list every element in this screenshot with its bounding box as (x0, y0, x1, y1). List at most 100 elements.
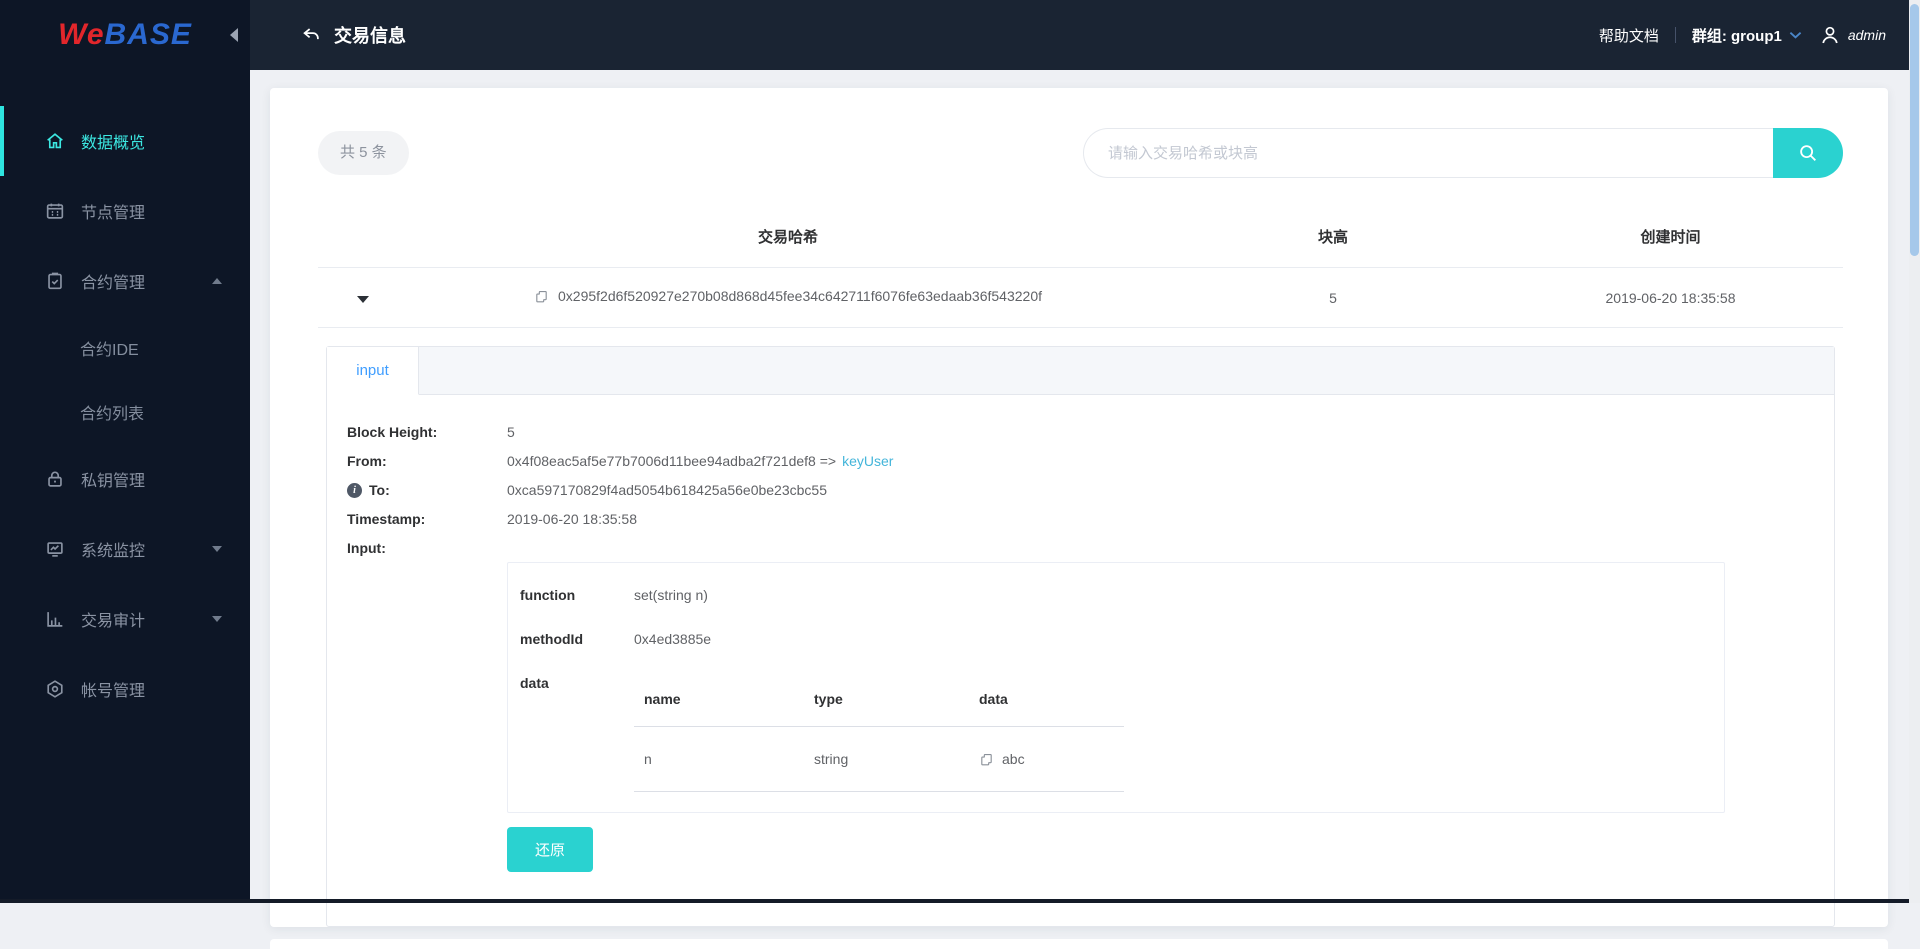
sidebar-item-contract-management[interactable]: 合约管理 (0, 246, 250, 316)
transaction-hash: 0x295f2d6f520927e270b08d868d45fee34c6427… (558, 288, 1042, 304)
hash-cell: 0x295f2d6f520927e270b08d868d45fee34c6427… (534, 288, 1042, 304)
page-title: 交易信息 (334, 22, 406, 48)
field-label: Input: (347, 539, 507, 558)
scrollbar-thumb[interactable] (1910, 4, 1919, 256)
sidebar-item-system-monitor[interactable]: 系统监控 (0, 514, 250, 584)
to-address: 0xca597170829f4ad5054b618425a56e0be23cbc… (507, 481, 827, 500)
param-data: abc (1002, 749, 1025, 769)
bottom-edge-strip (0, 899, 1920, 903)
tab-input[interactable]: input (327, 347, 419, 395)
detail-body: Block Height: 5 From: 0x4f08eac5af5e77b7… (327, 395, 1834, 926)
sidebar-item-label: 交易审计 (81, 607, 145, 631)
copy-icon[interactable] (979, 752, 994, 767)
help-doc-link[interactable]: 帮助文档 (1599, 25, 1659, 46)
field-label: From: (347, 452, 507, 471)
param-type-header: type (814, 689, 979, 709)
user-menu[interactable]: admin (1818, 23, 1886, 47)
param-data-header: data (979, 689, 1124, 709)
field-value: 2019-06-20 18:35:58 (507, 510, 637, 529)
field-to: i To: 0xca597170829f4ad5054b618425a56e0b… (347, 481, 1814, 500)
table-row: 0x295f2d6f520927e270b08d868d45fee34c6427… (318, 268, 1843, 328)
field-label: Block Height: (347, 423, 507, 442)
sidebar-item-transaction-audit[interactable]: 交易审计 (0, 584, 250, 654)
monitor-chart-icon (44, 538, 66, 560)
info-icon[interactable]: i (347, 483, 362, 498)
hash-column-header: 交易哈希 (408, 226, 1168, 247)
divider (1675, 27, 1676, 43)
group-selector[interactable]: 群组: group1 (1692, 25, 1802, 46)
sidebar-item-contract-ide[interactable]: 合约IDE (0, 316, 250, 380)
user-icon (1818, 23, 1842, 47)
search-icon (1797, 142, 1819, 164)
param-type: string (814, 749, 979, 769)
sidebar-item-private-key-management[interactable]: 私钥管理 (0, 444, 250, 514)
function-label: function (520, 585, 634, 605)
account-hexagon-icon (44, 678, 66, 700)
transaction-card: 共 5 条 交易哈希 块高 创建时间 (270, 88, 1888, 927)
logo-base: BASE (105, 18, 192, 51)
logo-row: WeBASE (0, 0, 250, 70)
sidebar-item-label: 数据概览 (81, 129, 145, 153)
table-header-row: 交易哈希 块高 创建时间 (318, 206, 1843, 268)
search-button[interactable] (1773, 128, 1843, 178)
detail-tabbar: input (327, 347, 1834, 395)
back-icon[interactable] (300, 24, 322, 46)
page-title-group: 交易信息 (300, 22, 406, 48)
chevron-down-icon (1789, 31, 1802, 40)
username: admin (1848, 27, 1886, 43)
copy-icon[interactable] (534, 289, 549, 304)
main-content: 共 5 条 交易哈希 块高 创建时间 (250, 70, 1920, 903)
params-header-row: name type data (634, 673, 1124, 727)
home-icon (44, 130, 66, 152)
sidebar-item-label: 合约IDE (80, 336, 139, 360)
total-count-badge: 共 5 条 (318, 131, 409, 175)
restore-button[interactable]: 还原 (507, 827, 593, 872)
transaction-table: 交易哈希 块高 创建时间 0x295f2d6f520927e270b08d868… (318, 206, 1843, 927)
field-label: Timestamp: (347, 510, 507, 529)
from-user-link[interactable]: keyUser (842, 452, 893, 471)
params-table: name type data n string (634, 673, 1124, 792)
search-box (1083, 128, 1843, 178)
field-from: From: 0x4f08eac5af5e77b7006d11bee94adba2… (347, 452, 1814, 471)
group-label: 群组: group1 (1692, 25, 1782, 46)
methodid-label: methodId (520, 629, 634, 649)
sidebar-item-account-management[interactable]: 帐号管理 (0, 654, 250, 724)
sidebar-item-label: 私钥管理 (81, 467, 145, 491)
from-address: 0x4f08eac5af5e77b7006d11bee94adba2f721de… (507, 452, 836, 471)
sidebar: WeBASE 数据概览 节点管理 合约管理 合约IDE 合约列表 (0, 0, 250, 903)
field-timestamp: Timestamp: 2019-06-20 18:35:58 (347, 510, 1814, 529)
chevron-down-icon (212, 616, 222, 622)
toolbar: 共 5 条 (318, 128, 1843, 178)
field-label: To: (369, 481, 390, 500)
input-data-table: function set(string n) methodId 0x4ed388… (507, 562, 1725, 813)
search-input[interactable] (1083, 128, 1773, 178)
chevron-down-icon (212, 546, 222, 552)
sidebar-item-label: 合约管理 (81, 269, 145, 293)
data-row: data name type data n string (520, 673, 1724, 792)
block-column-header: 块高 (1168, 226, 1498, 247)
sidebar-item-label: 节点管理 (81, 199, 145, 223)
field-input: Input: (347, 539, 1814, 558)
transaction-detail-panel: input Block Height: 5 From: 0x4f08eac5af… (326, 346, 1835, 927)
clipboard-check-icon (44, 270, 66, 292)
bar-chart-icon (44, 608, 66, 630)
sidebar-item-data-overview[interactable]: 数据概览 (0, 106, 250, 176)
sidebar-menu: 数据概览 节点管理 合约管理 合约IDE 合约列表 私钥管理 (0, 70, 250, 724)
param-name: n (634, 749, 814, 769)
topbar-right: 帮助文档 群组: group1 admin (1599, 23, 1886, 47)
chevron-up-icon (212, 278, 222, 284)
lock-icon (44, 468, 66, 490)
sidebar-item-label: 帐号管理 (81, 677, 145, 701)
field-block-height: Block Height: 5 (347, 423, 1814, 442)
sidebar-collapse-icon[interactable] (230, 28, 238, 42)
data-label: data (520, 673, 634, 792)
sidebar-item-contract-list[interactable]: 合约列表 (0, 380, 250, 444)
next-card-sliver (270, 939, 1888, 949)
function-value: set(string n) (634, 585, 708, 605)
page-scrollbar[interactable] (1909, 0, 1920, 903)
methodid-row: methodId 0x4ed3885e (520, 629, 1724, 649)
field-label-group: i To: (347, 481, 507, 500)
row-expand-caret[interactable] (357, 296, 369, 303)
function-row: function set(string n) (520, 585, 1724, 605)
sidebar-item-node-management[interactable]: 节点管理 (0, 176, 250, 246)
